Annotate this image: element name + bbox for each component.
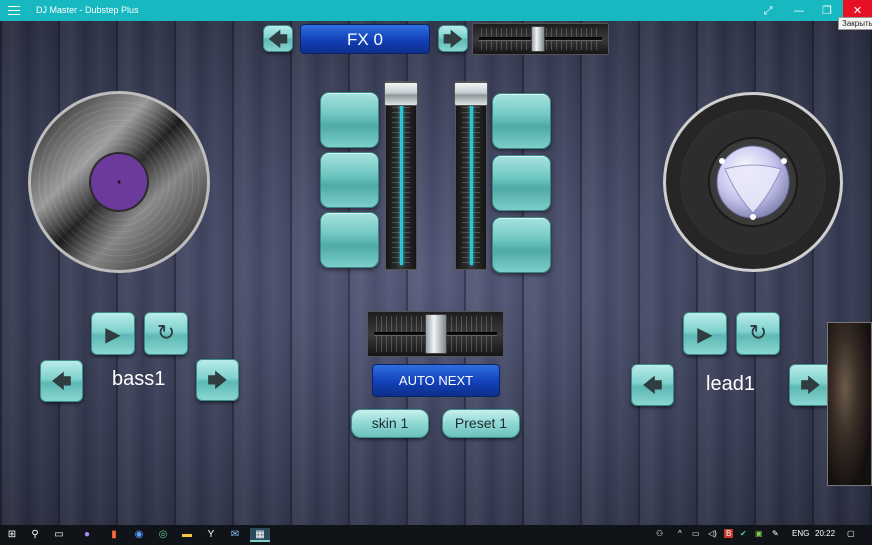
arrow-right-icon: 🡆: [800, 373, 821, 397]
skin-button[interactable]: skin 1: [351, 409, 429, 438]
window-title: DJ Master - Dubstep Plus: [36, 5, 139, 15]
office-icon[interactable]: ▮: [107, 528, 121, 542]
chevron-up-icon[interactable]: ^: [678, 529, 682, 538]
play-icon: ▶: [105, 321, 121, 346]
title-bar: DJ Master - Dubstep Plus ⤢ — ❐ ✕: [0, 0, 872, 21]
restore-icon[interactable]: ❐: [813, 0, 841, 21]
left-play-button[interactable]: ▶: [91, 312, 135, 355]
right-prev-track-button[interactable]: 🡄: [631, 364, 674, 406]
video-thumbnail[interactable]: [827, 322, 872, 486]
assistant-icon[interactable]: ●: [80, 528, 94, 542]
left-volume-fader[interactable]: [384, 81, 418, 270]
firefox-icon[interactable]: ◉: [132, 528, 146, 542]
arrow-right-icon: 🡆: [207, 368, 228, 392]
right-track-label: lead1: [706, 373, 755, 395]
arrow-right-icon: 🡆: [442, 26, 464, 51]
crossfader[interactable]: [367, 311, 504, 357]
fx-slider-knob[interactable]: [531, 26, 545, 52]
pad-right-2[interactable]: [492, 155, 551, 211]
left-repeat-button[interactable]: ↻: [144, 312, 188, 355]
clock[interactable]: 20:22: [815, 529, 835, 538]
close-icon: ✕: [852, 4, 863, 17]
yandex-browser-icon[interactable]: Y: [204, 528, 218, 542]
fx-next-button[interactable]: 🡆: [438, 25, 468, 52]
fx-prev-button[interactable]: 🡄: [263, 25, 293, 52]
nvidia-icon[interactable]: ▣: [755, 529, 763, 538]
dj-master-taskbar-icon[interactable]: ▦: [250, 528, 270, 542]
fullscreen-icon[interactable]: ⤢: [754, 0, 782, 21]
fx-button[interactable]: FX 0: [300, 24, 430, 54]
fx-slider[interactable]: [472, 23, 609, 55]
pad-left-2[interactable]: [320, 152, 379, 208]
left-prev-track-button[interactable]: 🡄: [40, 360, 83, 402]
close-tooltip: Закрыть: [838, 17, 872, 30]
right-play-button[interactable]: ▶: [683, 312, 727, 355]
notifications-icon[interactable]: ▢: [847, 529, 855, 538]
left-fader-knob[interactable]: [384, 82, 418, 106]
left-next-track-button[interactable]: 🡆: [196, 359, 239, 401]
play-icon: ▶: [697, 321, 713, 346]
mail-icon[interactable]: ✉: [228, 528, 242, 542]
hamburger-icon[interactable]: [8, 3, 20, 17]
crossfader-knob[interactable]: [425, 314, 447, 354]
fader-line: [400, 100, 403, 265]
right-volume-fader[interactable]: [454, 81, 488, 270]
fader-line: [470, 100, 473, 265]
left-turntable-disc[interactable]: [27, 90, 211, 274]
pad-right-3[interactable]: [492, 217, 551, 273]
auto-next-button[interactable]: AUTO NEXT: [372, 364, 500, 397]
minimize-icon[interactable]: —: [785, 0, 813, 21]
file-explorer-icon[interactable]: ▬: [180, 528, 194, 542]
check-icon[interactable]: ✔: [740, 529, 747, 538]
pad-right-1[interactable]: [492, 93, 551, 149]
right-repeat-button[interactable]: ↻: [736, 312, 780, 355]
right-turntable-disc[interactable]: [662, 91, 844, 273]
pad-left-1[interactable]: [320, 92, 379, 148]
network-icon[interactable]: ▭: [692, 529, 700, 538]
repeat-icon: ↻: [748, 320, 768, 346]
taskbar: ⊞ ⚲ ▭ ● ▮ ◉ ◎ ▬ Y ✉ ▦ ⚇ ^ ▭ ◁) B ✔ ▣ ✎ E…: [0, 525, 872, 545]
arrow-left-icon: 🡄: [267, 26, 289, 51]
preset-button[interactable]: Preset 1: [442, 409, 520, 438]
arrow-left-icon: 🡄: [51, 369, 72, 393]
right-fader-knob[interactable]: [454, 82, 488, 106]
b-app-icon[interactable]: B: [724, 529, 734, 538]
app-icon[interactable]: ◎: [156, 528, 170, 542]
repeat-icon: ↻: [156, 320, 176, 346]
pad-left-3[interactable]: [320, 212, 379, 268]
language-indicator[interactable]: ENG: [792, 529, 809, 538]
task-view-icon[interactable]: ▭: [52, 528, 66, 542]
search-icon[interactable]: ⚲: [28, 528, 42, 542]
people-icon[interactable]: ⚇: [656, 529, 663, 538]
left-track-label: bass1: [112, 368, 166, 390]
windows-start-icon[interactable]: ⊞: [5, 528, 19, 542]
dj-app: 🡄 FX 0 🡆 AUTO NEXT skin 1 Preset 1 ▶ ↻ 🡄…: [0, 21, 872, 525]
right-next-track-button[interactable]: 🡆: [789, 364, 832, 406]
volume-icon[interactable]: ◁): [708, 529, 717, 538]
arrow-left-icon: 🡄: [642, 373, 663, 397]
pen-icon[interactable]: ✎: [772, 529, 779, 538]
